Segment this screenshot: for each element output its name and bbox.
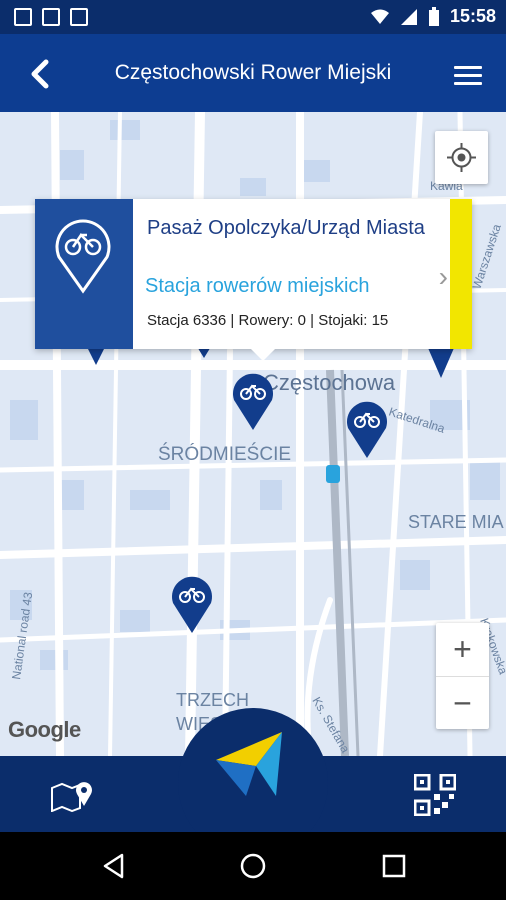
- zoom-out-button[interactable]: −: [436, 677, 489, 730]
- my-location-button[interactable]: [435, 131, 488, 184]
- gmail-icon: [42, 8, 60, 26]
- bike-station-pin[interactable]: [172, 576, 212, 633]
- zoom-controls: + −: [436, 623, 489, 729]
- popup-tail: [249, 347, 277, 361]
- map-label-district: ŚRÓDMIEŚCIE: [158, 443, 291, 465]
- phone-notification-icon: [70, 8, 88, 26]
- station-marker-icon: [326, 465, 340, 483]
- home-circle-icon[interactable]: [238, 851, 268, 881]
- clock: 15:58: [449, 6, 496, 26]
- wifi-icon: [370, 9, 389, 24]
- map-pin-icon[interactable]: [50, 778, 96, 812]
- zoom-in-button[interactable]: +: [436, 623, 489, 676]
- notification-icons: [14, 8, 88, 26]
- battery-icon: [428, 6, 439, 26]
- station-type: Stacja rowerów miejskich: [145, 275, 370, 297]
- menu-icon[interactable]: [454, 66, 482, 86]
- google-attribution[interactable]: Google: [8, 717, 81, 743]
- station-meta: Stacja 6336 | Rowery: 0 | Stojaki: 15: [147, 312, 389, 329]
- crosshair-icon: [447, 143, 476, 172]
- signal-icon: [400, 8, 417, 25]
- status-bar: 15:58: [0, 0, 506, 34]
- back-triangle-icon[interactable]: [100, 852, 128, 880]
- system-nav-bar: [0, 832, 506, 900]
- map-label-district: STARE MIA: [408, 512, 504, 532]
- station-name: Pasaż Opolczyka/Urząd Miasta: [147, 217, 425, 239]
- recents-square-icon[interactable]: [380, 852, 408, 880]
- bike-pin-icon: [55, 219, 111, 294]
- map-label-city: Częstochowa: [263, 370, 396, 395]
- qr-code-icon[interactable]: [414, 774, 456, 816]
- bike-station-pin[interactable]: [347, 401, 387, 458]
- page-title: Częstochowski Rower Miejski: [114, 61, 392, 84]
- chevron-right-icon[interactable]: ›: [439, 261, 448, 293]
- image-icon: [14, 8, 32, 26]
- map-label-district: TRZECH: [176, 690, 249, 710]
- app-bar: Częstochowski Rower Miejski: [0, 34, 506, 112]
- accent-stripe: [450, 199, 472, 349]
- station-icon-panel: [35, 199, 133, 349]
- map-label-street: Warszawska: [470, 222, 504, 291]
- status-right: 15:58: [370, 6, 496, 27]
- bike-station-pin[interactable]: [233, 373, 273, 430]
- station-popup[interactable]: Pasaż Opolczyka/Urząd Miasta Stacja rowe…: [35, 199, 472, 361]
